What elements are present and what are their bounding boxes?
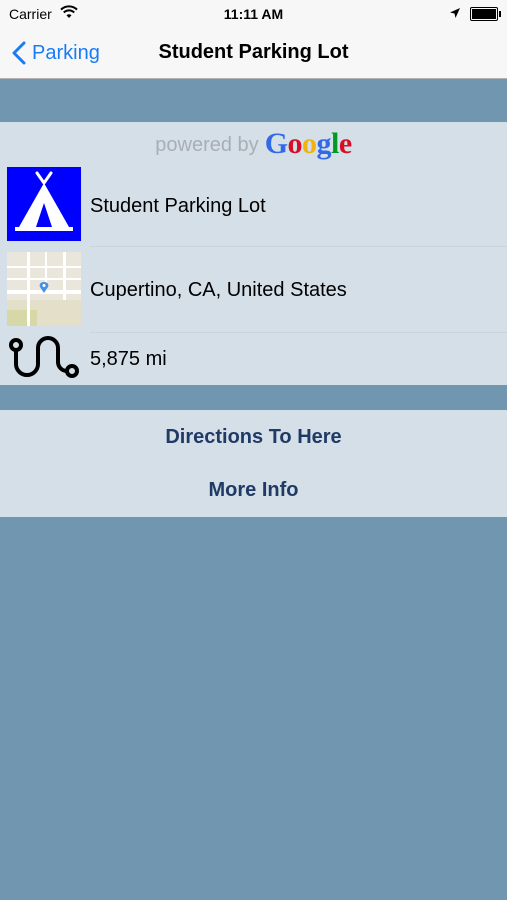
- place-name: Student Parking Lot: [90, 194, 266, 217]
- actions-panel: Directions To Here More Info: [0, 410, 507, 517]
- google-logo-letter: g: [316, 127, 332, 160]
- route-icon: [7, 334, 81, 384]
- place-info-card: powered by Google Student Parking Lot Cu…: [0, 122, 507, 385]
- place-name-row[interactable]: Student Parking Lot: [0, 166, 507, 246]
- place-distance: 5,875 mi: [90, 347, 167, 370]
- status-bar: Carrier 11:11 AM: [0, 0, 507, 28]
- distance-row: 5,875 mi: [0, 334, 507, 384]
- divider: [90, 246, 507, 247]
- battery-icon: [470, 7, 501, 21]
- more-info-button[interactable]: More Info: [0, 464, 507, 517]
- powered-by-label: powered by: [155, 133, 259, 156]
- google-logo-letter: l: [331, 127, 339, 160]
- directions-button[interactable]: Directions To Here: [0, 411, 507, 464]
- google-logo-letter: G: [264, 127, 288, 160]
- page-title: Student Parking Lot: [158, 41, 349, 63]
- place-address: Cupertino, CA, United States: [90, 278, 347, 301]
- google-logo: Google: [264, 127, 353, 161]
- address-row[interactable]: Cupertino, CA, United States: [0, 250, 507, 330]
- google-logo-letter: o: [287, 127, 303, 160]
- status-time: 11:11 AM: [223, 6, 284, 22]
- navigation-bar: Parking Student Parking Lot: [0, 28, 507, 79]
- google-logo-letter: e: [338, 127, 352, 160]
- google-logo-letter: o: [302, 127, 317, 160]
- map-thumbnail: [7, 252, 81, 326]
- google-attribution: powered by Google: [0, 124, 507, 164]
- tent-icon: [7, 167, 81, 241]
- location-arrow-icon: [449, 6, 461, 22]
- divider: [90, 332, 507, 333]
